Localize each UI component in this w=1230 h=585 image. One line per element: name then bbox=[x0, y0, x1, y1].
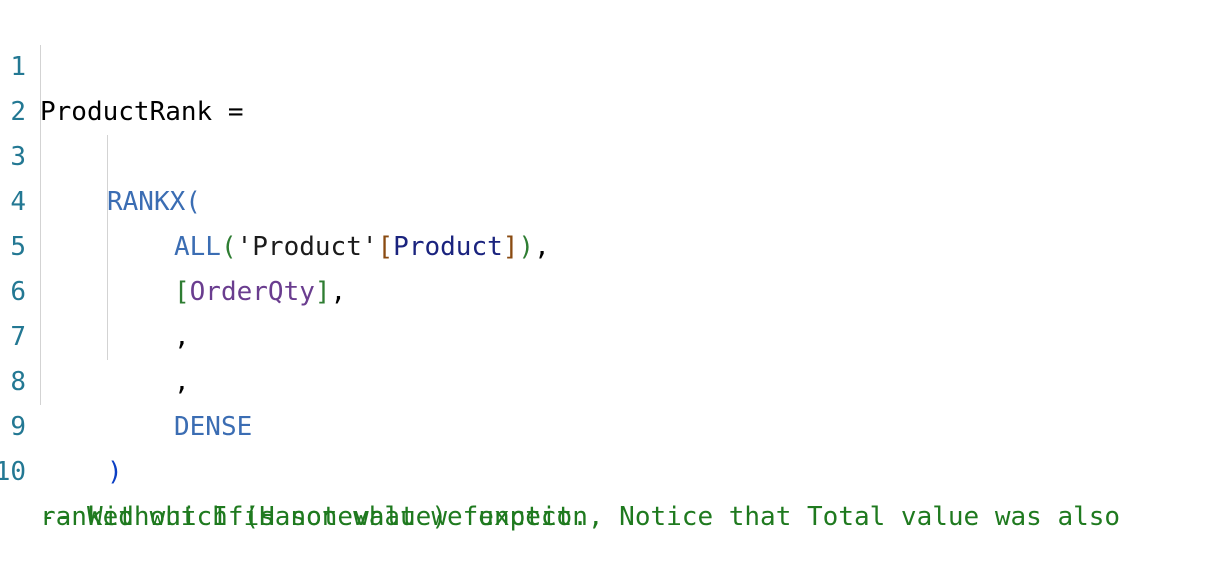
measure-name: ProductRank bbox=[40, 97, 213, 127]
code-line-1[interactable]: 1 ProductRank = bbox=[0, 0, 243, 127]
code-line-8[interactable]: 8 DENSE bbox=[0, 315, 252, 442]
comma: , bbox=[330, 277, 347, 307]
comment-text-continued: ranked which is not what we expect. bbox=[40, 502, 588, 532]
open-paren: ( bbox=[185, 187, 201, 217]
code-text: RANKX( bbox=[107, 180, 201, 225]
code-line-3[interactable]: 3 RANKX( bbox=[0, 90, 201, 217]
code-line-10-wrap[interactable]: ranked which is not what we expect. bbox=[0, 450, 588, 532]
code-text: , bbox=[174, 315, 190, 360]
code-text: ALL('Product'[Product]), bbox=[174, 225, 550, 270]
code-text: ProductRank = bbox=[40, 90, 244, 135]
assign-operator: = bbox=[212, 97, 244, 127]
close-bracket: ] bbox=[314, 277, 331, 307]
code-line-6[interactable]: 6 , bbox=[0, 225, 189, 352]
open-bracket: [ bbox=[174, 277, 190, 307]
code-line-9[interactable]: 9 ) bbox=[0, 360, 122, 487]
code-editor[interactable]: 1 ProductRank = 2 3 RANKX( 4 ALL('Produc… bbox=[0, 0, 1230, 532]
code-line-2[interactable]: 2 bbox=[0, 45, 63, 127]
column-name: Product bbox=[393, 232, 503, 262]
close-bracket: ] bbox=[502, 232, 519, 262]
table-name: 'Product' bbox=[236, 232, 378, 262]
function-name: ALL bbox=[174, 232, 221, 262]
code-line-10[interactable]: 10 -- Without If(Hasonevalue) function, … bbox=[0, 405, 1120, 532]
comma: , bbox=[174, 367, 190, 397]
close-paren: ) bbox=[518, 232, 535, 262]
code-text: [OrderQty], bbox=[174, 270, 346, 315]
measure-reference: OrderQty bbox=[189, 277, 315, 307]
open-paren: ( bbox=[220, 232, 237, 262]
comma: , bbox=[174, 322, 190, 352]
keyword: DENSE bbox=[174, 412, 253, 442]
close-paren: ) bbox=[107, 457, 123, 487]
function-name: RANKX bbox=[107, 187, 186, 217]
code-line-7[interactable]: 7 , bbox=[0, 270, 189, 397]
indent-guide-inner bbox=[107, 135, 108, 360]
code-text: , bbox=[174, 360, 190, 405]
code-line-4[interactable]: 4 ALL('Product'[Product]), bbox=[0, 135, 549, 262]
code-text: DENSE bbox=[174, 405, 252, 450]
comma: , bbox=[534, 232, 550, 262]
open-bracket: [ bbox=[377, 232, 394, 262]
code-line-5[interactable]: 5 [OrderQty], bbox=[0, 180, 346, 307]
code-text: ) bbox=[107, 450, 123, 495]
